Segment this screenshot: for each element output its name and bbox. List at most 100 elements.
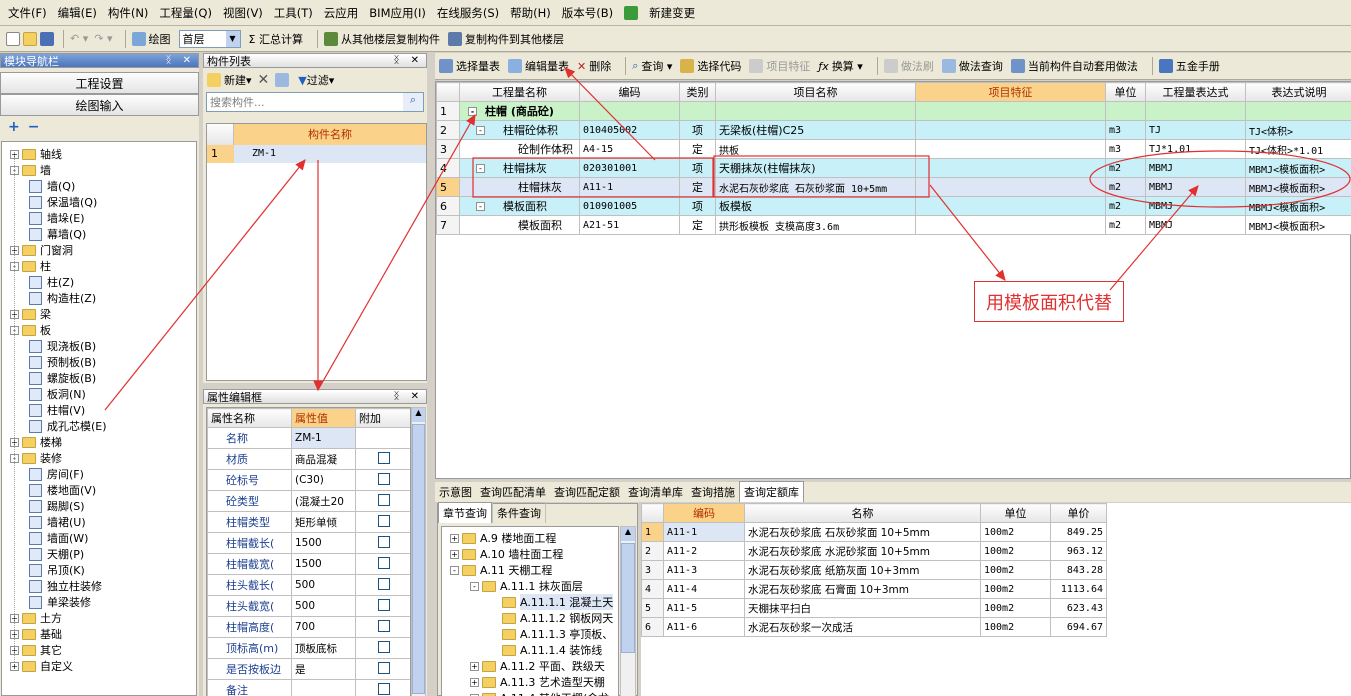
quantity-cell-feature[interactable]: [915, 177, 1106, 197]
tree-item[interactable]: - 装修: [10, 450, 62, 466]
property-value[interactable]: 500: [291, 595, 356, 617]
quota-cell-unit[interactable]: 100m2: [980, 598, 1051, 618]
tree-item[interactable]: -墙: [10, 162, 51, 178]
tree-item[interactable]: 房间(F): [29, 466, 84, 482]
attach-checkbox[interactable]: [378, 451, 390, 464]
quantity-cell-desc[interactable]: TJ<体积>: [1245, 120, 1351, 140]
property-row[interactable]: 柱帽截长(1500: [207, 532, 410, 554]
quota-cell-code[interactable]: A11-2: [663, 541, 745, 561]
tree-item[interactable]: 成孔芯模(E): [29, 418, 107, 434]
tree-item[interactable]: + 土方: [10, 610, 62, 626]
property-value[interactable]: 700: [291, 616, 356, 638]
tree-item[interactable]: 墙裙(U): [29, 514, 86, 530]
copy-from-floor-button[interactable]: 从其他楼层复制构件: [323, 31, 440, 47]
property-value[interactable]: [291, 679, 356, 696]
quantity-cell-unit[interactable]: m2: [1105, 196, 1146, 216]
hardware-manual-button[interactable]: 五金手册: [1158, 58, 1220, 74]
property-row[interactable]: 柱帽高度(700: [207, 616, 410, 638]
quantity-cell-name[interactable]: 模板面积: [459, 215, 580, 235]
tree-item[interactable]: + 梁: [10, 306, 51, 322]
menu-item[interactable]: BIM应用(I): [369, 5, 426, 21]
quantity-cell-feature[interactable]: [915, 158, 1106, 178]
quantity-cell-type[interactable]: [679, 101, 716, 121]
quantity-cell-expr[interactable]: MBMJ: [1145, 177, 1246, 197]
quantity-cell-unit[interactable]: [1105, 101, 1146, 121]
copy-to-floor-button[interactable]: 复制构件到其他楼层: [447, 31, 564, 47]
property-value[interactable]: 矩形单倾: [291, 511, 356, 533]
attach-checkbox[interactable]: [378, 619, 390, 632]
tree-item[interactable]: 保温墙(Q): [29, 194, 97, 210]
property-row[interactable]: 名称 ZM-1: [207, 427, 410, 449]
tree-item[interactable]: 幕墙(Q): [29, 226, 86, 242]
tree-item[interactable]: 独立柱装修: [29, 578, 102, 594]
quantity-cell-code[interactable]: 010901005: [579, 196, 680, 216]
tab-chapter-query[interactable]: 章节查询: [438, 502, 492, 523]
tree-item[interactable]: 单梁装修: [29, 594, 91, 610]
edit-list-button[interactable]: 编辑量表: [508, 58, 569, 74]
menu-item[interactable]: 在线服务(S): [437, 5, 499, 21]
quantity-cell-code[interactable]: 020301001: [579, 158, 680, 178]
attach-checkbox[interactable]: [378, 556, 390, 569]
select-code-button[interactable]: 选择代码: [680, 58, 741, 74]
quota-cell-unit[interactable]: 100m2: [980, 541, 1051, 561]
tree-item[interactable]: + 楼梯: [10, 434, 62, 450]
method-query-button[interactable]: 做法查询: [941, 58, 1003, 74]
chapter-item[interactable]: A.11.1.4 装饰线: [490, 642, 602, 658]
property-row[interactable]: 是否按板边是: [207, 658, 410, 680]
new-change-button[interactable]: 新建变更: [624, 5, 706, 21]
quantity-cell-expr[interactable]: [1145, 101, 1246, 121]
quantity-cell-name[interactable]: - 柱帽砼体积: [459, 120, 580, 140]
quota-cell-price[interactable]: 849.25: [1050, 522, 1107, 542]
chapter-item[interactable]: + A.11.2 平面、跌级天: [470, 658, 605, 674]
quota-row[interactable]: 4 A11-4 水泥石灰砂浆底 石膏面 10+3mm 100m2 1113.64: [641, 579, 1107, 599]
quantity-cell-unit[interactable]: m3: [1105, 120, 1146, 140]
chapter-scrollbar[interactable]: ▲: [620, 526, 636, 696]
collapse-icon[interactable]: -: [470, 581, 479, 591]
expand-icon[interactable]: +: [450, 533, 459, 543]
tree-item[interactable]: 构造柱(Z): [29, 290, 96, 306]
save-icon[interactable]: [40, 31, 54, 46]
quantity-cell-unit[interactable]: m2: [1105, 158, 1146, 178]
chapter-item[interactable]: + A.10 墙柱面工程: [450, 546, 563, 562]
property-value[interactable]: 1500: [291, 532, 356, 554]
bottom-tab[interactable]: 查询清单库: [624, 482, 687, 502]
quantity-cell-feature[interactable]: [915, 215, 1106, 235]
property-row[interactable]: 顶标高(m) 顶板底标: [207, 637, 410, 659]
property-row[interactable]: 柱头截长(500: [207, 574, 410, 596]
tree-item[interactable]: -柱: [10, 258, 51, 274]
property-value[interactable]: (C30): [291, 469, 356, 491]
expand-icon[interactable]: +: [470, 661, 479, 671]
property-row[interactable]: 柱头截宽(500: [207, 595, 410, 617]
tree-item[interactable]: + 基础: [10, 626, 62, 642]
quantity-cell-desc[interactable]: [1245, 101, 1351, 121]
project-settings-button[interactable]: 工程设置: [0, 72, 199, 94]
quantity-cell-name[interactable]: 柱帽抹灰: [459, 177, 580, 197]
quantity-cell-item[interactable]: 拱板: [715, 139, 916, 159]
item-feature-button[interactable]: 项目特征: [749, 58, 810, 74]
scroll-thumb[interactable]: [621, 543, 635, 653]
property-value[interactable]: 商品混凝: [291, 448, 356, 470]
pin-close-icon[interactable]: ᛝ ✕: [393, 391, 423, 402]
collapse-icon[interactable]: -: [476, 201, 485, 211]
menu-item[interactable]: 工具(T): [274, 5, 313, 21]
quantity-cell-name[interactable]: - 柱帽 (商品砼): [459, 101, 580, 121]
quantity-cell-item[interactable]: 拱形板模板 支模高度3.6m: [715, 215, 916, 235]
expand-icon[interactable]: +: [10, 661, 19, 671]
chapter-item[interactable]: + A.9 楼地面工程: [450, 530, 556, 546]
quantity-cell-code[interactable]: A4-15: [579, 139, 680, 159]
quantity-cell-type[interactable]: 项: [679, 120, 716, 140]
tree-item[interactable]: 预制板(B): [29, 354, 96, 370]
quantity-cell-unit[interactable]: m3: [1105, 139, 1146, 159]
property-row[interactable]: 备注: [207, 679, 410, 696]
quota-cell-code[interactable]: A11-5: [663, 598, 745, 618]
quantity-cell-feature[interactable]: [915, 120, 1106, 140]
attach-checkbox[interactable]: [378, 514, 390, 527]
select-list-button[interactable]: 选择量表: [439, 58, 500, 74]
property-value[interactable]: 1500: [291, 553, 356, 575]
tree-item[interactable]: 现浇板(B): [29, 338, 96, 354]
bottom-tab[interactable]: 查询匹配定额: [550, 482, 624, 502]
quantity-cell-type[interactable]: 定: [679, 215, 716, 235]
quota-row[interactable]: 6 A11-6 水泥石灰砂浆一次成活 100m2 694.67: [641, 617, 1107, 637]
property-value[interactable]: 是: [291, 658, 356, 680]
search-icon[interactable]: ⌕: [403, 93, 423, 111]
